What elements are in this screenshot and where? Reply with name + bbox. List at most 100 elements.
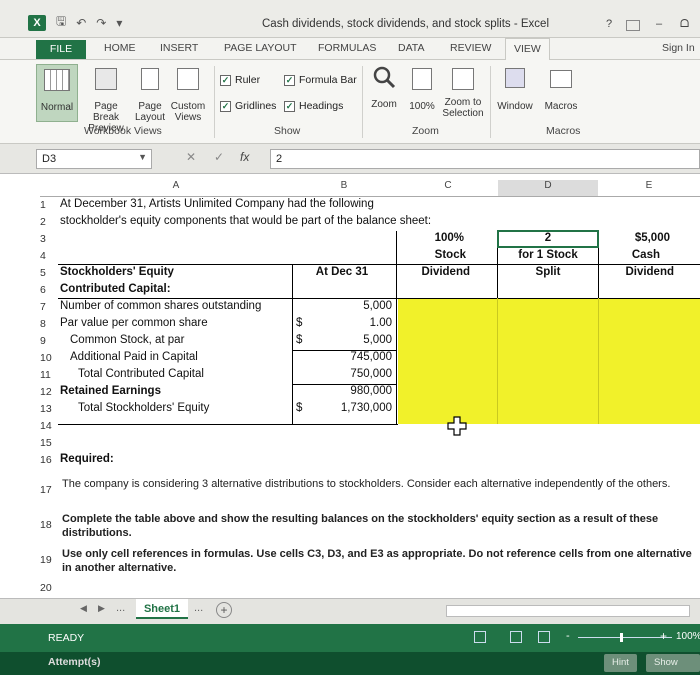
row-number[interactable]: 3	[40, 233, 58, 245]
formula-bar-checkbox[interactable]: ✓ Formula Bar	[284, 74, 357, 86]
more-sheets-right[interactable]: ...	[194, 602, 203, 614]
row-number[interactable]: 11	[40, 369, 58, 381]
hint-button[interactable]: Hint	[604, 654, 637, 672]
row-number[interactable]: 8	[40, 318, 58, 330]
cell-a7[interactable]: Number of common shares outstanding	[60, 300, 261, 312]
zoom-100-button[interactable]: 100%	[406, 64, 438, 122]
formula-input[interactable]: 2	[270, 149, 700, 169]
row-number[interactable]: 2	[40, 216, 58, 228]
tab-review[interactable]: REVIEW	[450, 42, 491, 54]
cancel-icon[interactable]: ✕	[186, 150, 196, 164]
cell-b5[interactable]: At Dec 31	[292, 266, 392, 278]
cell-a18[interactable]: Complete the table above and show the re…	[62, 512, 692, 540]
name-box[interactable]: D3 ▼	[36, 149, 152, 169]
page-layout-status-icon[interactable]	[510, 631, 522, 643]
custom-views-button[interactable]: Custom Views	[168, 64, 208, 123]
row-number[interactable]: 13	[40, 403, 58, 415]
row-number[interactable]: 6	[40, 284, 58, 296]
cell-a6[interactable]: Contributed Capital:	[60, 283, 171, 295]
row-number[interactable]: 19	[40, 554, 58, 566]
cell-d4[interactable]: for 1 Stock	[498, 249, 598, 261]
tab-view[interactable]: VIEW	[505, 38, 550, 60]
page-break-preview-button[interactable]: Page Break Preview	[80, 64, 132, 134]
tab-data[interactable]: DATA	[398, 42, 424, 54]
next-sheet-icon[interactable]: ▶	[98, 603, 105, 614]
previous-sheet-icon[interactable]: ◀	[80, 603, 87, 614]
normal-view-status-icon[interactable]	[474, 631, 486, 643]
cell-a10[interactable]: Additional Paid in Capital	[70, 351, 198, 363]
cell-b13[interactable]: 1,730,000	[292, 402, 392, 414]
page-break-status-icon[interactable]	[538, 631, 550, 643]
row-number[interactable]: 10	[40, 352, 58, 364]
cell-d5[interactable]: Split	[498, 266, 598, 278]
help-icon[interactable]: ?	[606, 18, 612, 30]
macros-button[interactable]: Macros	[540, 64, 582, 122]
page-layout-button[interactable]: Page Layout	[134, 64, 166, 123]
customize-toolbar-icon[interactable]: ▾	[116, 16, 122, 30]
cell-b7[interactable]: 5,000	[292, 300, 392, 312]
zoom-button[interactable]: Zoom	[368, 64, 400, 122]
row-number[interactable]: 9	[40, 335, 58, 347]
column-header-d[interactable]: D	[498, 180, 598, 196]
cell-b8[interactable]: 1.00	[292, 317, 392, 329]
cell-a12[interactable]: Retained Earnings	[60, 385, 161, 397]
row-number[interactable]: 12	[40, 386, 58, 398]
cell-a13[interactable]: Total Stockholders' Equity	[78, 402, 209, 414]
zoom-in-button[interactable]: +	[660, 629, 667, 643]
gridlines-checkbox[interactable]: ✓ Gridlines	[220, 100, 276, 112]
ribbon-display-icon[interactable]	[626, 20, 640, 31]
cell-b12[interactable]: 980,000	[292, 385, 392, 397]
cell-a5[interactable]: Stockholders' Equity	[60, 266, 174, 278]
row-number[interactable]: 16	[40, 454, 58, 466]
insert-function-icon[interactable]: fx	[240, 150, 249, 164]
cell-a8[interactable]: Par value per common share	[60, 317, 208, 329]
minimize-button[interactable]: –	[656, 18, 662, 30]
zoom-slider[interactable]	[578, 637, 672, 638]
restore-button[interactable]: ᗝ	[680, 18, 689, 31]
show-me-button[interactable]: Show Me	[646, 654, 700, 672]
cell-e3[interactable]: $5,000	[598, 232, 670, 244]
window-button[interactable]: Window	[494, 64, 536, 122]
row-number[interactable]: 20	[40, 582, 58, 594]
row-number[interactable]: 7	[40, 301, 58, 313]
input-area-highlight[interactable]	[398, 298, 700, 424]
sheet-tab-sheet1[interactable]: Sheet1	[136, 599, 188, 619]
row-number[interactable]: 1	[40, 199, 58, 211]
cell-a16[interactable]: Required:	[60, 453, 114, 465]
row-number[interactable]: 14	[40, 420, 58, 432]
zoom-slider-thumb[interactable]	[620, 633, 623, 642]
zoom-to-selection-button[interactable]: Zoom to Selection	[440, 64, 486, 122]
cell-a19[interactable]: Use only cell references in formulas. Us…	[62, 547, 692, 575]
horizontal-scrollbar[interactable]	[446, 605, 690, 617]
cell-a17[interactable]: The company is considering 3 alternative…	[62, 477, 692, 491]
headings-checkbox[interactable]: ✓ Headings	[284, 100, 343, 112]
tab-file[interactable]: FILE	[36, 40, 86, 59]
cell-b10[interactable]: 745,000	[292, 351, 392, 363]
ruler-checkbox[interactable]: ✓ Ruler	[220, 74, 260, 86]
cell-b9[interactable]: 5,000	[292, 334, 392, 346]
cell-b11[interactable]: 750,000	[292, 368, 392, 380]
cell-c4[interactable]: Stock	[398, 249, 466, 261]
cell-c5[interactable]: Dividend	[398, 266, 470, 278]
normal-view-button[interactable]: Normal	[36, 64, 78, 122]
sign-in-link[interactable]: Sign In	[662, 42, 695, 54]
cell-a2[interactable]: stockholder's equity components that wou…	[60, 215, 431, 227]
save-icon[interactable]: 🖫	[56, 12, 66, 33]
column-header-b[interactable]: B	[292, 180, 396, 196]
zoom-level[interactable]: 100%	[676, 631, 700, 642]
cell-a1[interactable]: At December 31, Artists Unlimited Compan…	[60, 198, 374, 210]
redo-icon[interactable]: ↷	[96, 16, 106, 30]
tab-formulas[interactable]: FORMULAS	[318, 42, 376, 54]
add-sheet-button[interactable]: +	[216, 602, 232, 618]
cell-c3[interactable]: 100%	[398, 232, 464, 244]
more-sheets-left[interactable]: ...	[116, 602, 125, 614]
tab-page-layout[interactable]: PAGE LAYOUT	[224, 42, 297, 54]
row-number[interactable]: 15	[40, 437, 58, 449]
cell-a9[interactable]: Common Stock, at par	[70, 334, 184, 346]
undo-icon[interactable]: ↶	[76, 16, 86, 30]
row-number[interactable]: 4	[40, 250, 58, 262]
worksheet-grid[interactable]: A B C D E 1 2 3 4 5 6 7 8 9 10 11 12 13 …	[0, 174, 700, 598]
column-header-e[interactable]: E	[598, 180, 700, 196]
zoom-out-button[interactable]: -	[566, 630, 570, 642]
chevron-down-icon[interactable]: ▼	[138, 152, 147, 162]
